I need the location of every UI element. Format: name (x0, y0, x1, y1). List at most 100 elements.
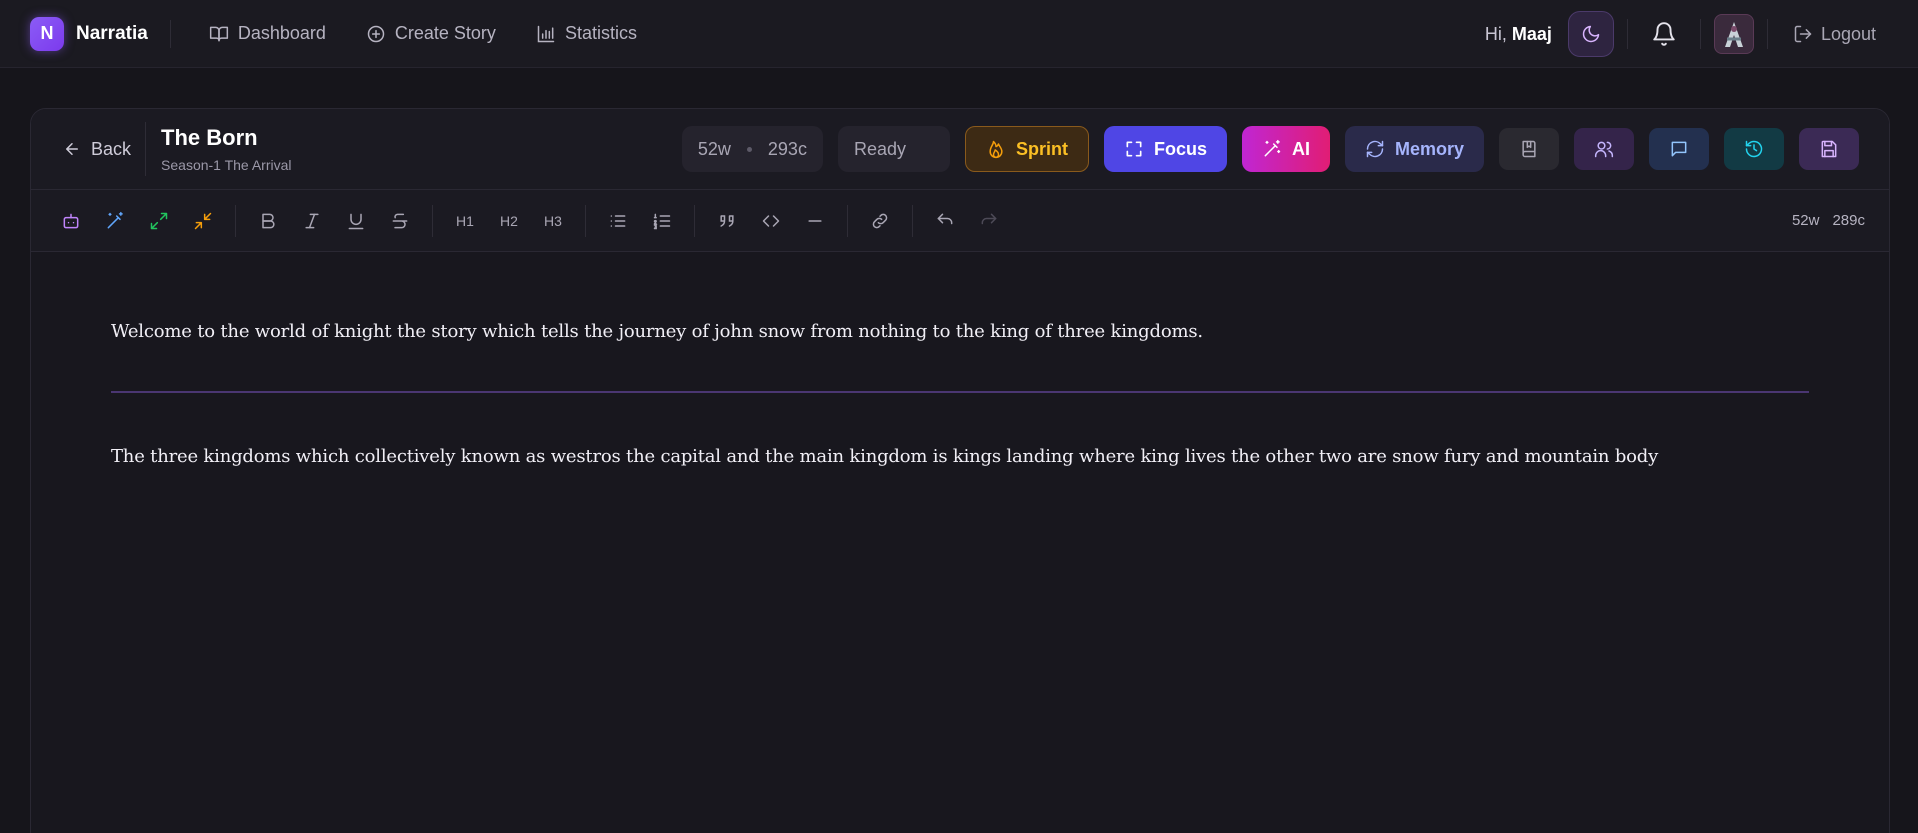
bot-icon (63, 213, 79, 228)
characters-button[interactable] (1574, 128, 1634, 170)
maximize-icon (1126, 141, 1142, 157)
back-label: Back (91, 138, 132, 159)
quote-button[interactable] (709, 203, 745, 239)
greeting-prefix: Hi, (1484, 23, 1512, 44)
nav-create-story[interactable]: Create Story (366, 23, 496, 44)
book-open-icon (209, 26, 228, 41)
memory-label: Memory (1394, 138, 1464, 159)
quote-icon (720, 214, 734, 227)
memory-button[interactable]: Memory (1344, 126, 1484, 172)
ai-label: AI (1291, 138, 1310, 159)
link-button[interactable] (862, 203, 898, 239)
list-icon (610, 214, 626, 227)
history-button[interactable] (1724, 128, 1784, 170)
top-navbar: N Narratia Dashboard Create Story Statis… (0, 0, 1918, 68)
bold-icon (262, 213, 275, 228)
heading-3-label: H3 (544, 212, 562, 229)
undo-button[interactable] (927, 203, 963, 239)
toolbar-divider (235, 204, 236, 237)
nav-divider (169, 19, 171, 48)
toolbar-words: 52w (1791, 212, 1820, 229)
bold-button[interactable] (250, 203, 286, 239)
comments-button[interactable] (1649, 128, 1709, 170)
ordered-list-button[interactable] (644, 203, 680, 239)
link-icon (872, 213, 888, 228)
moon-icon (1582, 25, 1600, 43)
save-status-chip: Ready (837, 126, 950, 172)
message-square-icon (1671, 141, 1687, 157)
magic-wand-icon (1264, 139, 1281, 157)
redo-icon (981, 213, 997, 224)
heading-2-button[interactable]: H2 (491, 203, 527, 239)
sprint-button[interactable]: Sprint (964, 126, 1089, 172)
arrow-left-icon (66, 143, 78, 155)
story-title: The Born (161, 125, 258, 150)
user-greeting: Hi, Maaj (1485, 24, 1552, 45)
heading-3-button[interactable]: H3 (535, 203, 571, 239)
nav-statistics-label: Statistics (564, 23, 637, 43)
focus-button[interactable]: Focus (1103, 126, 1227, 172)
word-count: 52w (697, 138, 731, 159)
word-count-chip: 52w 293c (681, 126, 823, 172)
underline-button[interactable] (338, 203, 374, 239)
bookmark-button[interactable] (1499, 128, 1559, 170)
sprint-label: Sprint (1015, 138, 1068, 159)
divider (1626, 19, 1628, 49)
italic-button[interactable] (294, 203, 330, 239)
brand-name: Narratia (76, 22, 148, 44)
theme-toggle-button[interactable] (1567, 11, 1614, 57)
bullet-list-button[interactable] (600, 203, 636, 239)
brand-logo: N (30, 16, 64, 51)
dot-separator (746, 146, 752, 152)
header-divider (145, 122, 147, 176)
save-button[interactable] (1799, 128, 1859, 170)
refresh-icon (1366, 140, 1384, 158)
expand-icon (150, 212, 168, 229)
ai-button[interactable]: AI (1241, 126, 1330, 172)
code-button[interactable] (753, 203, 789, 239)
back-button[interactable]: Back (63, 139, 131, 160)
editor-content[interactable]: Welcome to the world of knight the story… (31, 252, 1889, 471)
paragraph[interactable]: Welcome to the world of knight the story… (111, 318, 1809, 346)
nav-right: Hi, Maaj Logout (1485, 0, 1876, 68)
undo-icon (937, 213, 953, 224)
shorten-text-button[interactable] (185, 203, 221, 239)
title-block: The Born Season-1 The Arrival (161, 125, 291, 173)
heading-2-label: H2 (500, 212, 518, 229)
paragraph[interactable]: The three kingdoms which collectively kn… (111, 443, 1809, 471)
strikethrough-icon (392, 213, 408, 228)
toolbar-word-count: 52w 289c (1792, 212, 1865, 229)
toolbar-divider (585, 204, 586, 237)
toolbar-divider (432, 204, 433, 237)
strikethrough-button[interactable] (382, 203, 418, 239)
italic-icon (305, 213, 319, 228)
nav-dashboard[interactable]: Dashboard (209, 23, 326, 44)
expand-text-button[interactable] (141, 203, 177, 239)
magic-wand-icon (107, 211, 123, 228)
nav-statistics[interactable]: Statistics (536, 23, 637, 44)
nav-links: Dashboard Create Story Statistics (209, 23, 637, 44)
minus-icon (808, 219, 822, 222)
toolbar-chars: 289c (1832, 212, 1865, 229)
heading-1-button[interactable]: H1 (447, 203, 483, 239)
redo-button[interactable] (971, 203, 1007, 239)
char-count: 293c (767, 138, 807, 159)
formatting-toolbar: H1 H2 H3 52w 289c (31, 190, 1889, 252)
users-icon (1594, 141, 1614, 158)
logout-button[interactable]: Logout (1793, 24, 1876, 45)
nav-create-story-label: Create Story (394, 23, 496, 43)
bot-button[interactable] (53, 203, 89, 239)
horizontal-rule-button[interactable] (797, 203, 833, 239)
brand[interactable]: N Narratia (30, 16, 148, 51)
toolbar-divider (847, 204, 848, 237)
avatar[interactable] (1713, 14, 1754, 54)
save-icon (1821, 140, 1837, 158)
header-tools: 52w 293c Ready Sprint Focus AI Memory (681, 126, 1859, 172)
flame-icon (989, 140, 1003, 159)
horizontal-rule (111, 391, 1809, 393)
underline-icon (348, 213, 364, 229)
notifications-button[interactable] (1641, 11, 1687, 57)
ai-rewrite-button[interactable] (97, 203, 133, 239)
toolbar-divider (912, 204, 913, 237)
focus-label: Focus (1153, 138, 1207, 159)
